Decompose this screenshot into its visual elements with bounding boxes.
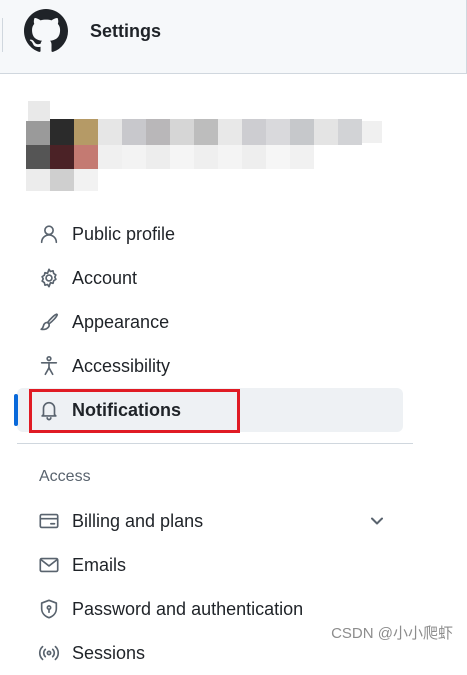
mail-icon	[37, 553, 61, 577]
sidebar-item-label: Appearance	[72, 311, 170, 332]
access-sidebar-nav: Billing and plans Emails Password and au…	[17, 499, 403, 675]
sidebar-item-emails[interactable]: Emails	[17, 543, 403, 587]
sidebar-item-label: Emails	[72, 554, 127, 575]
gear-icon	[37, 266, 61, 290]
active-indicator	[14, 394, 18, 426]
github-octocat-icon[interactable]	[24, 9, 68, 53]
sidebar-item-accessibility[interactable]: Accessibility	[17, 344, 403, 388]
sidebar-item-public-profile[interactable]: Public profile	[17, 212, 403, 256]
sidebar-item-label: Password and authentication	[72, 598, 304, 619]
sidebar-item-label: Public profile	[72, 223, 176, 244]
avatar-pixelated[interactable]	[26, 99, 386, 191]
annotation-highlight-box	[29, 389, 240, 433]
section-title-access: Access	[39, 468, 91, 485]
sidebar-item-label: Accessibility	[72, 355, 171, 376]
sidebar-item-label: Billing and plans	[72, 510, 204, 531]
sidebar-item-label: Sessions	[72, 642, 146, 663]
page-title: Settings	[90, 21, 162, 41]
sidebar-divider	[17, 443, 413, 444]
person-icon	[37, 222, 61, 246]
settings-header: Settings	[0, 0, 467, 74]
sidebar-item-appearance[interactable]: Appearance	[17, 300, 403, 344]
csdn-watermark: CSDN @小小爬虾	[331, 625, 453, 642]
accessibility-icon	[37, 354, 61, 378]
credit-card-icon	[37, 509, 61, 533]
chevron-down-icon[interactable]	[367, 511, 387, 531]
paintbrush-icon	[37, 310, 61, 334]
sidebar-item-label: Account	[72, 267, 138, 288]
broadcast-icon	[37, 641, 61, 665]
shield-lock-icon	[37, 597, 61, 621]
sidebar-item-account[interactable]: Account	[17, 256, 403, 300]
header-left-divider	[0, 18, 3, 52]
sidebar-item-billing[interactable]: Billing and plans	[17, 499, 403, 543]
